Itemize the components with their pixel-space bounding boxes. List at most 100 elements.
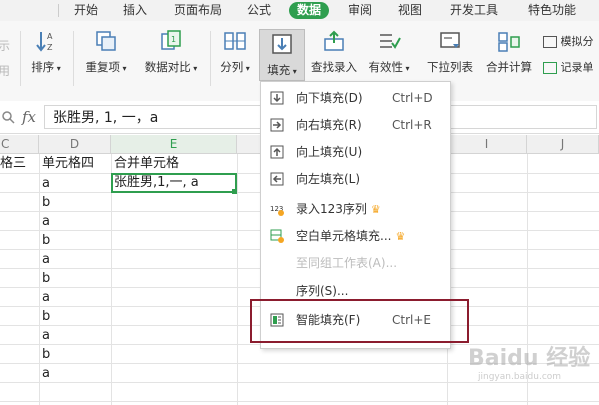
baidu-watermark: Baidu 经验 — [468, 346, 591, 371]
ribbon-tab-bar: 开始 插入 页面布局 公式 数据 审阅 视图 开发工具 特色功能 — [0, 0, 599, 22]
menu-item-shortcut: Ctrl+D — [392, 91, 433, 105]
menu-item-blank-cell-fill[interactable]: 空白单元格填充... ♛ — [261, 223, 450, 249]
validity-button[interactable]: 有效性 ▾ — [367, 29, 411, 75]
tab-review[interactable]: 审阅 — [348, 2, 372, 19]
cell-d-value[interactable]: b — [39, 231, 111, 250]
column-header-d[interactable]: D — [39, 135, 111, 154]
fill-button[interactable]: 填充 ▾ — [259, 29, 305, 81]
find-entry-button[interactable]: 查找录入 — [308, 29, 360, 75]
tab-features[interactable]: 特色功能 — [528, 2, 576, 19]
tab-page-layout[interactable]: 页面布局 — [174, 2, 222, 19]
validity-label: 有效性 — [368, 60, 403, 74]
zoom-icon[interactable] — [1, 110, 15, 124]
data-compare-label: 数据对比 — [144, 60, 191, 74]
cell-e-header-text[interactable]: 合并单元格 — [111, 154, 237, 173]
cell-d-value[interactable]: a — [39, 250, 111, 269]
cell-d-value[interactable]: b — [39, 307, 111, 326]
simulate-button[interactable]: 模拟分 — [543, 33, 594, 49]
sort-label: 排序 — [31, 60, 55, 74]
split-columns-button[interactable]: 分列 ▾ — [216, 29, 254, 75]
premium-crown-icon: ♛ — [370, 203, 381, 216]
cell-d-value[interactable]: a — [39, 364, 111, 383]
tab-formulas[interactable]: 公式 — [247, 2, 271, 19]
split-columns-icon — [224, 32, 246, 50]
cell-d-value[interactable]: b — [39, 345, 111, 364]
menu-item-label: 向右填充(R) — [296, 118, 362, 132]
menu-item-shortcut: Ctrl+R — [392, 118, 432, 132]
tab-home[interactable]: 开始 — [74, 2, 98, 19]
menu-item-label-text: 空白单元格填充... — [296, 229, 392, 243]
menu-item-label: 空白单元格填充... ♛ — [296, 223, 405, 250]
menu-item-label: 至同组工作表(A)... — [296, 256, 398, 270]
record-form-button[interactable]: 记录单 — [543, 59, 594, 75]
menu-item-fill-down[interactable]: 向下填充(D) Ctrl+D — [261, 85, 450, 111]
duplicates-label: 重复项 — [85, 60, 120, 74]
toolbar-separator — [20, 31, 21, 86]
blank-cell-fill-icon — [270, 229, 284, 243]
duplicates-icon — [96, 31, 116, 51]
cell-d-value[interactable]: a — [39, 212, 111, 231]
tab-view[interactable]: 视图 — [398, 2, 422, 19]
column-header-i[interactable]: I — [447, 135, 527, 154]
data-compare-icon: 1 — [161, 30, 181, 50]
duplicates-button[interactable]: 重复项 ▾ — [80, 29, 132, 75]
number-series-icon: 123 — [270, 205, 284, 216]
data-compare-button[interactable]: 1 数据对比 ▾ — [140, 29, 202, 75]
toolbar-separator — [210, 31, 211, 86]
fill-up-icon — [270, 145, 284, 159]
dropdown-list-label: 下拉列表 — [427, 60, 473, 74]
premium-crown-icon: ♛ — [395, 230, 406, 243]
validity-icon — [380, 34, 401, 49]
column-header-j[interactable]: J — [527, 135, 599, 154]
fill-handle[interactable] — [232, 189, 237, 194]
consolidate-label: 合并计算 — [486, 60, 532, 74]
menu-item-fill-left[interactable]: 向左填充(L) — [261, 166, 450, 192]
simulate-icon — [543, 36, 557, 48]
grid-line — [0, 401, 599, 402]
dropdown-list-button[interactable]: 下拉列表 — [424, 29, 476, 75]
menu-item-label: 录入123序列 ♛ — [296, 196, 381, 223]
baidu-watermark-url: jingyan.baidu.com — [478, 372, 562, 382]
tab-developer[interactable]: 开发工具 — [450, 2, 498, 19]
consolidate-button[interactable]: 合并计算 — [483, 29, 535, 75]
cell-d-value[interactable]: a — [39, 326, 111, 345]
active-cell-border — [111, 173, 237, 193]
tab-insert[interactable]: 插入 — [123, 2, 147, 19]
menu-item-label: 向上填充(U) — [296, 145, 363, 159]
menu-item-fill-to-sheets: 至同组工作表(A)... — [261, 250, 450, 276]
menu-item-number-series[interactable]: 123 录入123序列 ♛ — [261, 196, 450, 222]
sort-icon: A Z — [36, 32, 53, 52]
cell-d-value[interactable]: a — [39, 288, 111, 307]
consolidate-icon — [498, 32, 520, 52]
cell-d-value[interactable]: a — [39, 174, 111, 193]
tab-data[interactable]: 数据 — [289, 2, 330, 19]
sort-button[interactable]: A Z 排序 ▾ — [26, 29, 66, 75]
partial-label-top: 示 — [0, 39, 11, 53]
cell-c-header-text[interactable]: 格三 — [0, 154, 39, 173]
fx-icon[interactable]: fx — [22, 108, 36, 126]
svg-text:1: 1 — [171, 35, 176, 44]
partial-button-left[interactable]: 示 用 — [0, 37, 10, 79]
tab-separator — [58, 4, 59, 17]
column-header-c[interactable]: C — [0, 135, 39, 154]
menu-item-fill-up[interactable]: 向上填充(U) — [261, 139, 450, 165]
fill-down-icon — [272, 34, 292, 54]
menu-item-fill-right[interactable]: 向右填充(R) Ctrl+R — [261, 112, 450, 138]
find-entry-label: 查找录入 — [311, 60, 357, 74]
record-form-label: 记录单 — [560, 61, 594, 74]
cell-d-value[interactable]: b — [39, 193, 111, 212]
fill-down-icon — [270, 91, 284, 105]
menu-item-label-text: 录入123序列 — [296, 202, 367, 216]
svg-text:Z: Z — [47, 43, 53, 52]
split-columns-label: 分列 — [220, 60, 244, 74]
simulate-label: 模拟分 — [560, 35, 594, 48]
cell-d-header-text[interactable]: 单元格四 — [39, 154, 111, 173]
cell-d-value[interactable]: b — [39, 269, 111, 288]
column-header-e[interactable]: E — [111, 135, 237, 154]
menu-item-label: 向下填充(D) — [296, 91, 363, 105]
fill-right-icon — [270, 118, 284, 132]
find-entry-icon — [324, 30, 344, 51]
toolbar-separator — [73, 31, 74, 86]
svg-text:A: A — [47, 32, 53, 41]
record-form-icon — [543, 62, 557, 74]
